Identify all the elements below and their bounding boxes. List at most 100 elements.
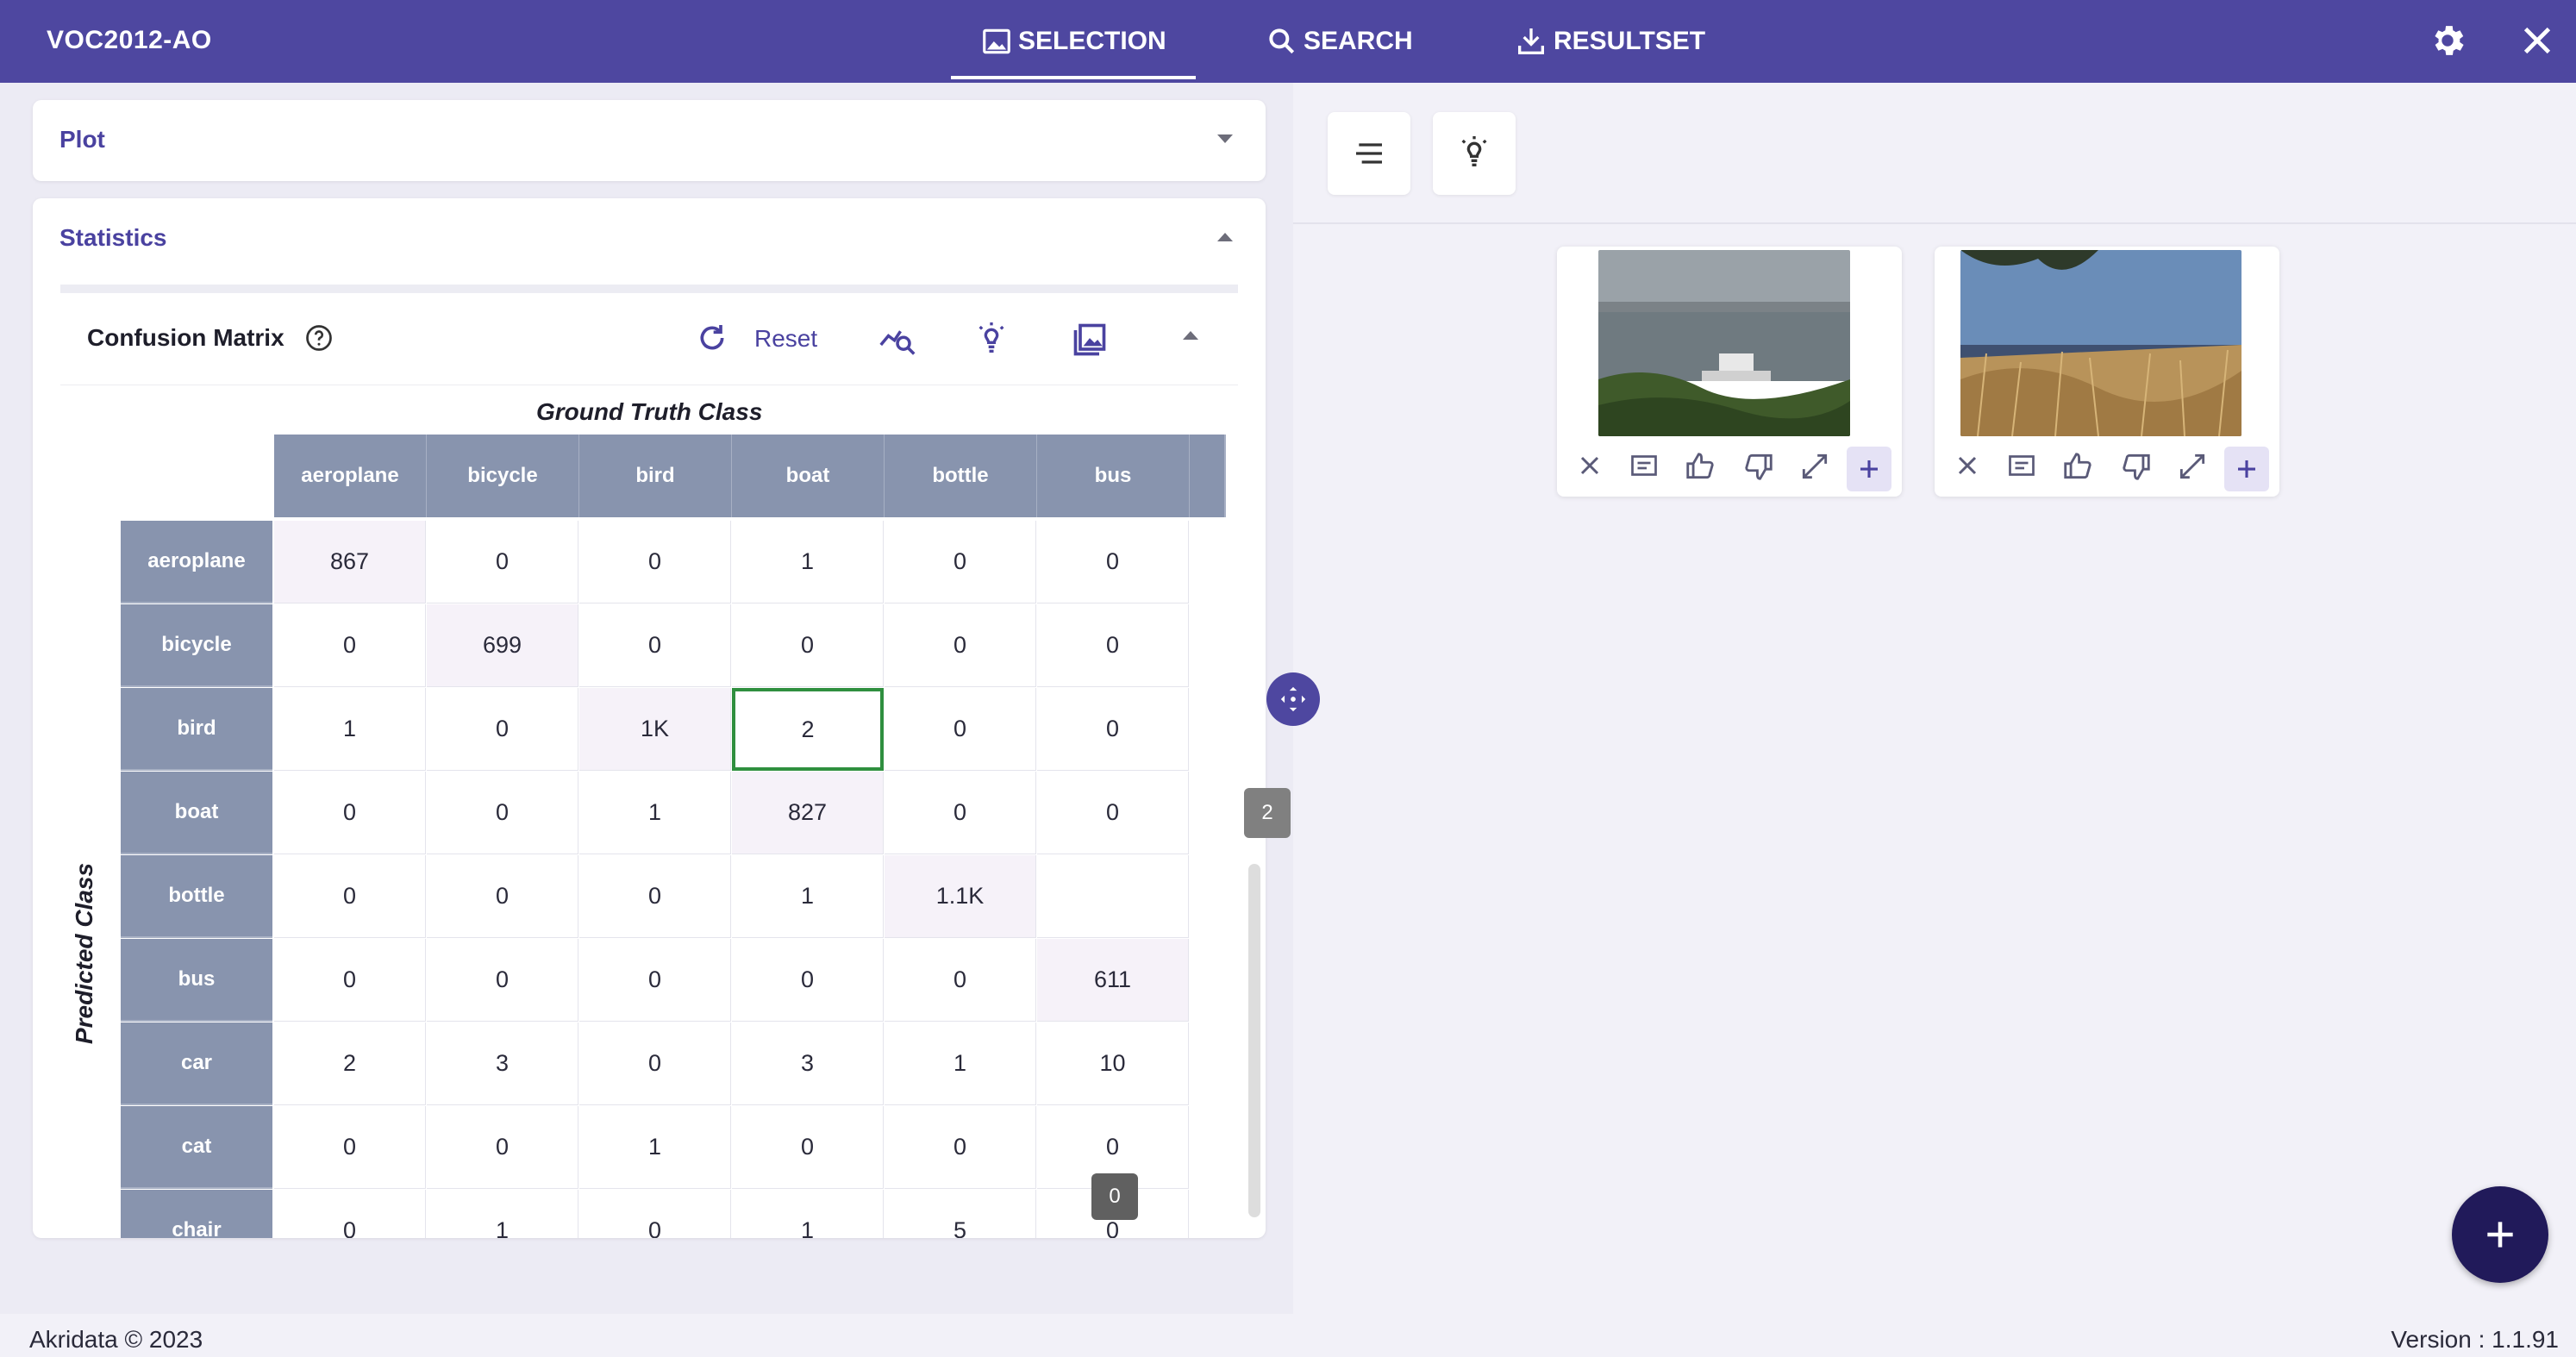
- matrix-cell[interactable]: 867: [274, 521, 426, 603]
- matrix-cell[interactable]: 1: [732, 855, 884, 938]
- matrix-cell[interactable]: 0: [885, 604, 1036, 687]
- row-header[interactable]: bus: [121, 939, 272, 1022]
- matrix-cell[interactable]: 0: [732, 1106, 884, 1189]
- close-icon[interactable]: [1574, 450, 1605, 481]
- matrix-cell[interactable]: 0: [579, 1190, 731, 1238]
- row-header[interactable]: bicycle: [121, 604, 272, 687]
- matrix-cell[interactable]: 1: [427, 1190, 578, 1238]
- matrix-cell[interactable]: 0: [579, 521, 731, 603]
- matrix-cell[interactable]: 0: [1037, 772, 1189, 854]
- matrix-cell[interactable]: 0: [1037, 521, 1189, 603]
- result-thumbnail-2[interactable]: [1960, 250, 2241, 436]
- matrix-cell[interactable]: 1K: [579, 688, 731, 771]
- matrix-cell[interactable]: 0: [274, 939, 426, 1022]
- plot-accordion[interactable]: Plot: [33, 100, 1266, 181]
- close-icon[interactable]: [2517, 21, 2557, 60]
- matrix-cell[interactable]: 0: [274, 772, 426, 854]
- matrix-cell[interactable]: 0: [885, 521, 1036, 603]
- column-header[interactable]: boat: [732, 435, 885, 517]
- thumbs-up-icon[interactable]: [2060, 450, 2095, 483]
- column-header[interactable]: bird: [579, 435, 733, 517]
- matrix-cell[interactable]: 1: [732, 1190, 884, 1238]
- matrix-cell[interactable]: 0: [427, 855, 578, 938]
- matrix-cell[interactable]: 3: [427, 1022, 578, 1105]
- matrix-cell[interactable]: 0: [427, 1106, 578, 1189]
- row-header[interactable]: bird: [121, 688, 272, 771]
- reset-button[interactable]: Reset: [754, 325, 817, 353]
- matrix-cell[interactable]: [1037, 855, 1189, 938]
- refresh-icon[interactable]: [695, 321, 729, 355]
- matrix-cell[interactable]: 1: [732, 521, 884, 603]
- add-button[interactable]: [1847, 447, 1891, 491]
- matrix-cell[interactable]: 1.1K: [885, 855, 1036, 938]
- thumbs-down-icon[interactable]: [1741, 450, 1776, 483]
- matrix-cell[interactable]: 0: [579, 939, 731, 1022]
- matrix-cell[interactable]: 0: [732, 939, 884, 1022]
- matrix-cell[interactable]: 0: [885, 688, 1036, 771]
- matrix-cell[interactable]: 1: [885, 1022, 1036, 1105]
- result-thumbnail-1[interactable]: [1598, 250, 1850, 436]
- matrix-cell[interactable]: 0: [885, 939, 1036, 1022]
- column-header[interactable]: bottle: [885, 435, 1038, 517]
- help-icon[interactable]: [303, 322, 335, 353]
- matrix-cell[interactable]: 0: [274, 855, 426, 938]
- pan-handle[interactable]: [1266, 672, 1320, 726]
- details-icon[interactable]: [2005, 450, 2038, 481]
- matrix-cell[interactable]: 0: [885, 772, 1036, 854]
- panel-scrollbar-track[interactable]: [1248, 864, 1260, 1217]
- matrix-cell[interactable]: 2: [274, 1022, 426, 1105]
- matrix-cell[interactable]: 0: [274, 1190, 426, 1238]
- matrix-cell[interactable]: 0: [274, 1106, 426, 1189]
- thumbs-up-icon[interactable]: [1683, 450, 1717, 483]
- tab-selection[interactable]: SELECTION: [951, 0, 1196, 83]
- lightbulb-icon[interactable]: [974, 321, 1009, 359]
- matrix-cell[interactable]: 0: [427, 521, 578, 603]
- result-card-1[interactable]: [1557, 247, 1902, 497]
- row-header[interactable]: aeroplane: [121, 521, 272, 603]
- add-fab-button[interactable]: [2452, 1186, 2548, 1283]
- matrix-cell[interactable]: 0: [1037, 604, 1189, 687]
- gear-icon[interactable]: [2428, 21, 2467, 60]
- matrix-cell[interactable]: 2: [732, 688, 884, 771]
- matrix-cell[interactable]: 1: [579, 772, 731, 854]
- column-header[interactable]: aeroplane: [274, 435, 428, 517]
- row-header[interactable]: chair: [121, 1190, 272, 1238]
- column-header[interactable]: bicycle: [427, 435, 580, 517]
- column-header[interactable]: bus: [1037, 435, 1191, 517]
- chevron-up-icon[interactable]: [1217, 233, 1233, 241]
- row-header[interactable]: car: [121, 1022, 272, 1105]
- matrix-cell[interactable]: 10: [1037, 1022, 1189, 1105]
- row-header[interactable]: bottle: [121, 855, 272, 938]
- matrix-cell[interactable]: 0: [579, 1022, 731, 1105]
- add-button[interactable]: [2224, 447, 2269, 491]
- row-header[interactable]: cat: [121, 1106, 272, 1189]
- details-icon[interactable]: [1628, 450, 1660, 481]
- matrix-cell[interactable]: 0: [885, 1106, 1036, 1189]
- matrix-cell[interactable]: 0: [274, 604, 426, 687]
- matrix-cell[interactable]: 1: [274, 688, 426, 771]
- matrix-cell[interactable]: 0: [732, 604, 884, 687]
- result-card-2[interactable]: [1935, 247, 2279, 497]
- insights-button[interactable]: [1433, 112, 1516, 195]
- matrix-cell[interactable]: 0: [579, 855, 731, 938]
- analytics-search-icon[interactable]: [878, 321, 917, 357]
- chevron-down-icon[interactable]: [1217, 134, 1233, 143]
- collapse-matrix-icon[interactable]: [1183, 331, 1198, 340]
- matrix-cell[interactable]: 0: [427, 688, 578, 771]
- matrix-cell[interactable]: 611: [1037, 939, 1189, 1022]
- matrix-cell[interactable]: 0: [427, 939, 578, 1022]
- expand-icon[interactable]: [1798, 450, 1831, 483]
- list-view-button[interactable]: [1328, 112, 1410, 195]
- thumbs-down-icon[interactable]: [2119, 450, 2154, 483]
- matrix-cell[interactable]: 827: [732, 772, 884, 854]
- matrix-cell[interactable]: 3: [732, 1022, 884, 1105]
- matrix-cell[interactable]: 5: [885, 1190, 1036, 1238]
- matrix-cell[interactable]: 0: [1037, 688, 1189, 771]
- close-icon[interactable]: [1952, 450, 1983, 481]
- tab-resultset[interactable]: RESULTSET: [1514, 0, 1705, 83]
- gallery-icon[interactable]: [1071, 321, 1109, 359]
- matrix-cell[interactable]: 699: [427, 604, 578, 687]
- row-header[interactable]: boat: [121, 772, 272, 854]
- matrix-cell[interactable]: 1: [579, 1106, 731, 1189]
- matrix-cell[interactable]: 0: [427, 772, 578, 854]
